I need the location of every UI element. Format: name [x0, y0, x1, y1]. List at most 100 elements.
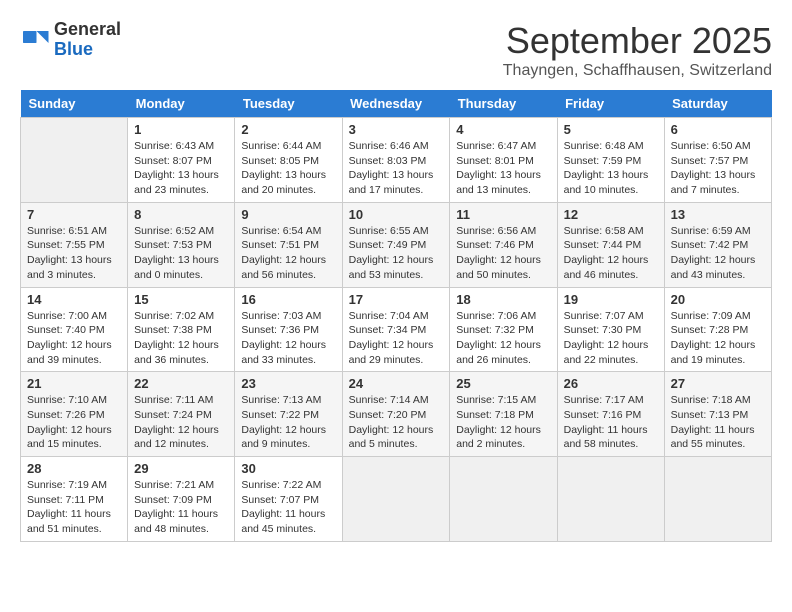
- day-cell: 24 Sunrise: 7:14 AM Sunset: 7:20 PM Dayli…: [342, 372, 450, 457]
- logo: General Blue: [20, 20, 121, 60]
- day-info: Sunrise: 7:18 AM Sunset: 7:13 PM Dayligh…: [671, 393, 765, 452]
- day-number: 22: [134, 376, 228, 391]
- day-cell: 15 Sunrise: 7:02 AM Sunset: 7:38 PM Dayli…: [128, 287, 235, 372]
- header-cell-friday: Friday: [557, 90, 664, 118]
- day-number: 20: [671, 292, 765, 307]
- day-info: Sunrise: 6:44 AM Sunset: 8:05 PM Dayligh…: [241, 139, 335, 198]
- day-number: 8: [134, 207, 228, 222]
- logo-icon: [20, 25, 50, 55]
- day-info: Sunrise: 7:13 AM Sunset: 7:22 PM Dayligh…: [241, 393, 335, 452]
- day-cell: 23 Sunrise: 7:13 AM Sunset: 7:22 PM Dayli…: [235, 372, 342, 457]
- title-block: September 2025 Thayngen, Schaffhausen, S…: [503, 20, 772, 80]
- day-number: 3: [349, 122, 444, 137]
- day-number: 12: [564, 207, 658, 222]
- day-cell: 29Sunrise: 7:21 AM Sunset: 7:09 PM Dayli…: [128, 457, 235, 542]
- day-cell: 25Sunrise: 7:15 AM Sunset: 7:18 PM Dayli…: [450, 372, 557, 457]
- day-cell: [664, 457, 771, 542]
- day-info: Sunrise: 6:48 AM Sunset: 7:59 PM Dayligh…: [564, 139, 658, 198]
- day-number: 9: [241, 207, 335, 222]
- day-number: 28: [27, 461, 121, 476]
- day-info: Sunrise: 6:50 AM Sunset: 7:57 PM Dayligh…: [671, 139, 765, 198]
- day-info: Sunrise: 7:14 AM Sunset: 7:20 PM Dayligh…: [349, 393, 444, 452]
- day-number: 16: [241, 292, 335, 307]
- day-cell: 9 Sunrise: 6:54 AM Sunset: 7:51 PM Daylig…: [235, 202, 342, 287]
- day-cell: 16Sunrise: 7:03 AM Sunset: 7:36 PM Dayli…: [235, 287, 342, 372]
- day-info: Sunrise: 7:19 AM Sunset: 7:11 PM Dayligh…: [27, 478, 121, 537]
- day-number: 19: [564, 292, 658, 307]
- day-number: 18: [456, 292, 550, 307]
- day-info: Sunrise: 7:09 AM Sunset: 7:28 PM Dayligh…: [671, 309, 765, 368]
- day-info: Sunrise: 6:55 AM Sunset: 7:49 PM Dayligh…: [349, 224, 444, 283]
- logo-blue: Blue: [54, 39, 93, 59]
- day-info: Sunrise: 6:52 AM Sunset: 7:53 PM Dayligh…: [134, 224, 228, 283]
- day-number: 15: [134, 292, 228, 307]
- day-number: 10: [349, 207, 444, 222]
- header-cell-thursday: Thursday: [450, 90, 557, 118]
- day-number: 23: [241, 376, 335, 391]
- day-cell: 14 Sunrise: 7:00 AM Sunset: 7:40 PM Dayli…: [21, 287, 128, 372]
- day-cell: 30Sunrise: 7:22 AM Sunset: 7:07 PM Dayli…: [235, 457, 342, 542]
- day-number: 27: [671, 376, 765, 391]
- day-number: 26: [564, 376, 658, 391]
- header-cell-monday: Monday: [128, 90, 235, 118]
- day-info: Sunrise: 7:07 AM Sunset: 7:30 PM Dayligh…: [564, 309, 658, 368]
- day-info: Sunrise: 6:58 AM Sunset: 7:44 PM Dayligh…: [564, 224, 658, 283]
- day-info: Sunrise: 7:02 AM Sunset: 7:38 PM Dayligh…: [134, 309, 228, 368]
- week-row-3: 21Sunrise: 7:10 AM Sunset: 7:26 PM Dayli…: [21, 372, 772, 457]
- day-cell: 10 Sunrise: 6:55 AM Sunset: 7:49 PM Dayli…: [342, 202, 450, 287]
- header-cell-sunday: Sunday: [21, 90, 128, 118]
- day-cell: 20 Sunrise: 7:09 AM Sunset: 7:28 PM Dayli…: [664, 287, 771, 372]
- day-cell: 8 Sunrise: 6:52 AM Sunset: 7:53 PM Daylig…: [128, 202, 235, 287]
- day-cell: 5 Sunrise: 6:48 AM Sunset: 7:59 PM Daylig…: [557, 118, 664, 203]
- day-number: 24: [349, 376, 444, 391]
- week-row-4: 28 Sunrise: 7:19 AM Sunset: 7:11 PM Dayli…: [21, 457, 772, 542]
- logo-general: General: [54, 19, 121, 39]
- day-cell: 26Sunrise: 7:17 AM Sunset: 7:16 PM Dayli…: [557, 372, 664, 457]
- day-cell: 28 Sunrise: 7:19 AM Sunset: 7:11 PM Dayli…: [21, 457, 128, 542]
- day-number: 21: [27, 376, 121, 391]
- day-number: 30: [241, 461, 335, 476]
- calendar-table: SundayMondayTuesdayWednesdayThursdayFrid…: [20, 90, 772, 542]
- day-info: Sunrise: 6:43 AM Sunset: 8:07 PM Dayligh…: [134, 139, 228, 198]
- day-number: 7: [27, 207, 121, 222]
- day-cell: 12 Sunrise: 6:58 AM Sunset: 7:44 PM Dayli…: [557, 202, 664, 287]
- day-cell: [342, 457, 450, 542]
- day-cell: 1 Sunrise: 6:43 AM Sunset: 8:07 PM Daylig…: [128, 118, 235, 203]
- day-number: 14: [27, 292, 121, 307]
- day-cell: 18 Sunrise: 7:06 AM Sunset: 7:32 PM Dayli…: [450, 287, 557, 372]
- header-row: SundayMondayTuesdayWednesdayThursdayFrid…: [21, 90, 772, 118]
- header-cell-tuesday: Tuesday: [235, 90, 342, 118]
- day-info: Sunrise: 6:56 AM Sunset: 7:46 PM Dayligh…: [456, 224, 550, 283]
- day-cell: 11Sunrise: 6:56 AM Sunset: 7:46 PM Dayli…: [450, 202, 557, 287]
- day-cell: 21Sunrise: 7:10 AM Sunset: 7:26 PM Dayli…: [21, 372, 128, 457]
- day-cell: [21, 118, 128, 203]
- day-number: 13: [671, 207, 765, 222]
- day-info: Sunrise: 7:00 AM Sunset: 7:40 PM Dayligh…: [27, 309, 121, 368]
- day-number: 2: [241, 122, 335, 137]
- week-row-2: 14 Sunrise: 7:00 AM Sunset: 7:40 PM Dayli…: [21, 287, 772, 372]
- day-number: 17: [349, 292, 444, 307]
- day-number: 29: [134, 461, 228, 476]
- day-number: 1: [134, 122, 228, 137]
- page-header: General Blue September 2025 Thayngen, Sc…: [20, 20, 772, 80]
- day-cell: 17Sunrise: 7:04 AM Sunset: 7:34 PM Dayli…: [342, 287, 450, 372]
- day-number: 4: [456, 122, 550, 137]
- day-number: 25: [456, 376, 550, 391]
- day-info: Sunrise: 7:06 AM Sunset: 7:32 PM Dayligh…: [456, 309, 550, 368]
- day-info: Sunrise: 6:51 AM Sunset: 7:55 PM Dayligh…: [27, 224, 121, 283]
- day-cell: 19 Sunrise: 7:07 AM Sunset: 7:30 PM Dayli…: [557, 287, 664, 372]
- day-cell: [557, 457, 664, 542]
- day-info: Sunrise: 7:11 AM Sunset: 7:24 PM Dayligh…: [134, 393, 228, 452]
- location: Thayngen, Schaffhausen, Switzerland: [503, 62, 772, 80]
- header-cell-saturday: Saturday: [664, 90, 771, 118]
- logo-text: General Blue: [54, 20, 121, 60]
- day-number: 5: [564, 122, 658, 137]
- day-cell: 7 Sunrise: 6:51 AM Sunset: 7:55 PM Daylig…: [21, 202, 128, 287]
- day-info: Sunrise: 6:54 AM Sunset: 7:51 PM Dayligh…: [241, 224, 335, 283]
- day-cell: 4Sunrise: 6:47 AM Sunset: 8:01 PM Daylig…: [450, 118, 557, 203]
- day-cell: 22 Sunrise: 7:11 AM Sunset: 7:24 PM Dayli…: [128, 372, 235, 457]
- day-number: 6: [671, 122, 765, 137]
- day-info: Sunrise: 6:46 AM Sunset: 8:03 PM Dayligh…: [349, 139, 444, 198]
- day-info: Sunrise: 6:59 AM Sunset: 7:42 PM Dayligh…: [671, 224, 765, 283]
- day-cell: 6 Sunrise: 6:50 AM Sunset: 7:57 PM Daylig…: [664, 118, 771, 203]
